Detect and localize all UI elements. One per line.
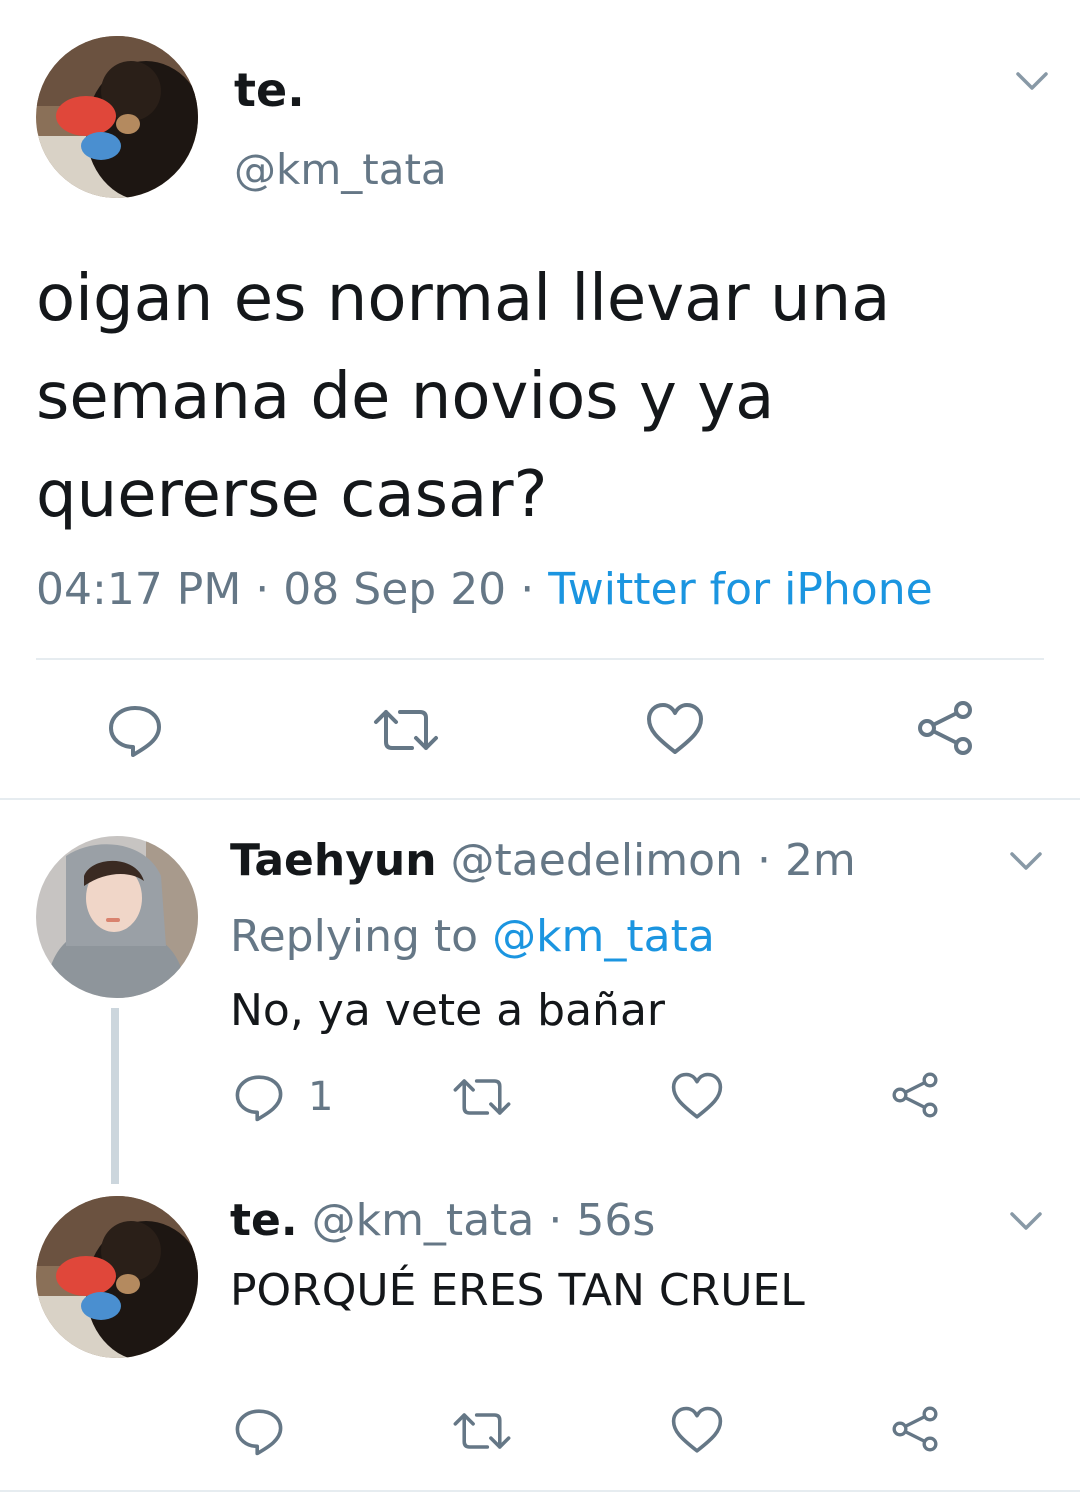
meta-separator: · [520, 564, 535, 615]
heart-icon [647, 703, 703, 754]
reply-1-handle[interactable]: @taedelimon [451, 835, 743, 886]
meta-separator: · [548, 1195, 563, 1246]
like-button[interactable] [670, 1404, 724, 1458]
retweet-icon [453, 1413, 511, 1449]
like-button[interactable] [645, 700, 705, 760]
reply-count: 1 [308, 1074, 334, 1120]
section-divider [0, 798, 1080, 800]
main-display-name[interactable]: te. [234, 64, 305, 116]
heart-icon [671, 1072, 723, 1119]
tweet-time: 04:17 PM [36, 564, 242, 615]
chevron-down-icon[interactable] [1006, 1206, 1046, 1236]
main-handle[interactable]: @km_tata [234, 144, 447, 196]
replying-to-handle-link[interactable]: @km_tata [492, 911, 715, 962]
chevron-down-icon[interactable] [1012, 66, 1052, 96]
reply-icon [109, 706, 161, 757]
divider [36, 658, 1044, 660]
reply-icon [235, 1409, 283, 1456]
reply-1-display-name[interactable]: Taehyun [230, 835, 437, 886]
reply-1-time: 2m [784, 835, 856, 886]
share-button[interactable] [890, 1070, 940, 1120]
reply-icon [235, 1075, 283, 1122]
reply-1-text: No, ya vete a bañar [230, 985, 665, 1036]
tweet-date: 08 Sep 20 [283, 564, 507, 615]
reply-button[interactable] [232, 1070, 286, 1124]
avatar-reply-1[interactable] [36, 836, 198, 998]
share-icon [892, 1406, 938, 1452]
meta-separator: · [756, 835, 771, 886]
share-button[interactable] [890, 1404, 940, 1454]
share-button[interactable] [915, 698, 975, 758]
share-icon [918, 701, 972, 755]
tweet-source-link[interactable]: Twitter for iPhone [548, 564, 932, 615]
tweet-meta: 04:17 PM · 08 Sep 20 · Twitter for iPhon… [36, 558, 933, 622]
retweet-button[interactable] [450, 1070, 514, 1124]
main-tweet-text: oigan es normal llevar una semana de nov… [36, 262, 891, 532]
reply-2-header: te. @km_tata · 56s [230, 1192, 655, 1250]
thread-line [111, 1008, 119, 1184]
avatar-reply-2[interactable] [36, 1196, 198, 1358]
reply-2-text: PORQUÉ ERES TAN CRUEL [230, 1265, 805, 1316]
reply-2-handle[interactable]: @km_tata [312, 1195, 535, 1246]
replying-to: Replying to @km_tata [230, 908, 715, 966]
heart-icon [671, 1406, 723, 1453]
chevron-down-icon[interactable] [1006, 846, 1046, 876]
dog-avatar-image [36, 36, 198, 198]
dog-avatar-image [36, 1196, 198, 1358]
like-button[interactable] [670, 1070, 724, 1124]
reply-1-header: Taehyun @taedelimon · 2m [230, 832, 856, 890]
reply-button[interactable] [232, 1404, 286, 1458]
share-icon [892, 1072, 938, 1118]
retweet-icon [374, 710, 438, 750]
reply-button[interactable] [105, 700, 165, 760]
reply-2-display-name[interactable]: te. [230, 1195, 298, 1246]
retweet-button[interactable] [450, 1404, 514, 1458]
avatar-main[interactable] [36, 36, 198, 198]
retweet-icon [453, 1079, 511, 1115]
bottom-divider [0, 1490, 1080, 1492]
person-avatar-image [36, 836, 198, 998]
replying-to-label: Replying to [230, 911, 479, 962]
meta-separator: · [255, 564, 270, 615]
retweet-button[interactable] [370, 700, 442, 760]
reply-2-time: 56s [576, 1195, 656, 1246]
